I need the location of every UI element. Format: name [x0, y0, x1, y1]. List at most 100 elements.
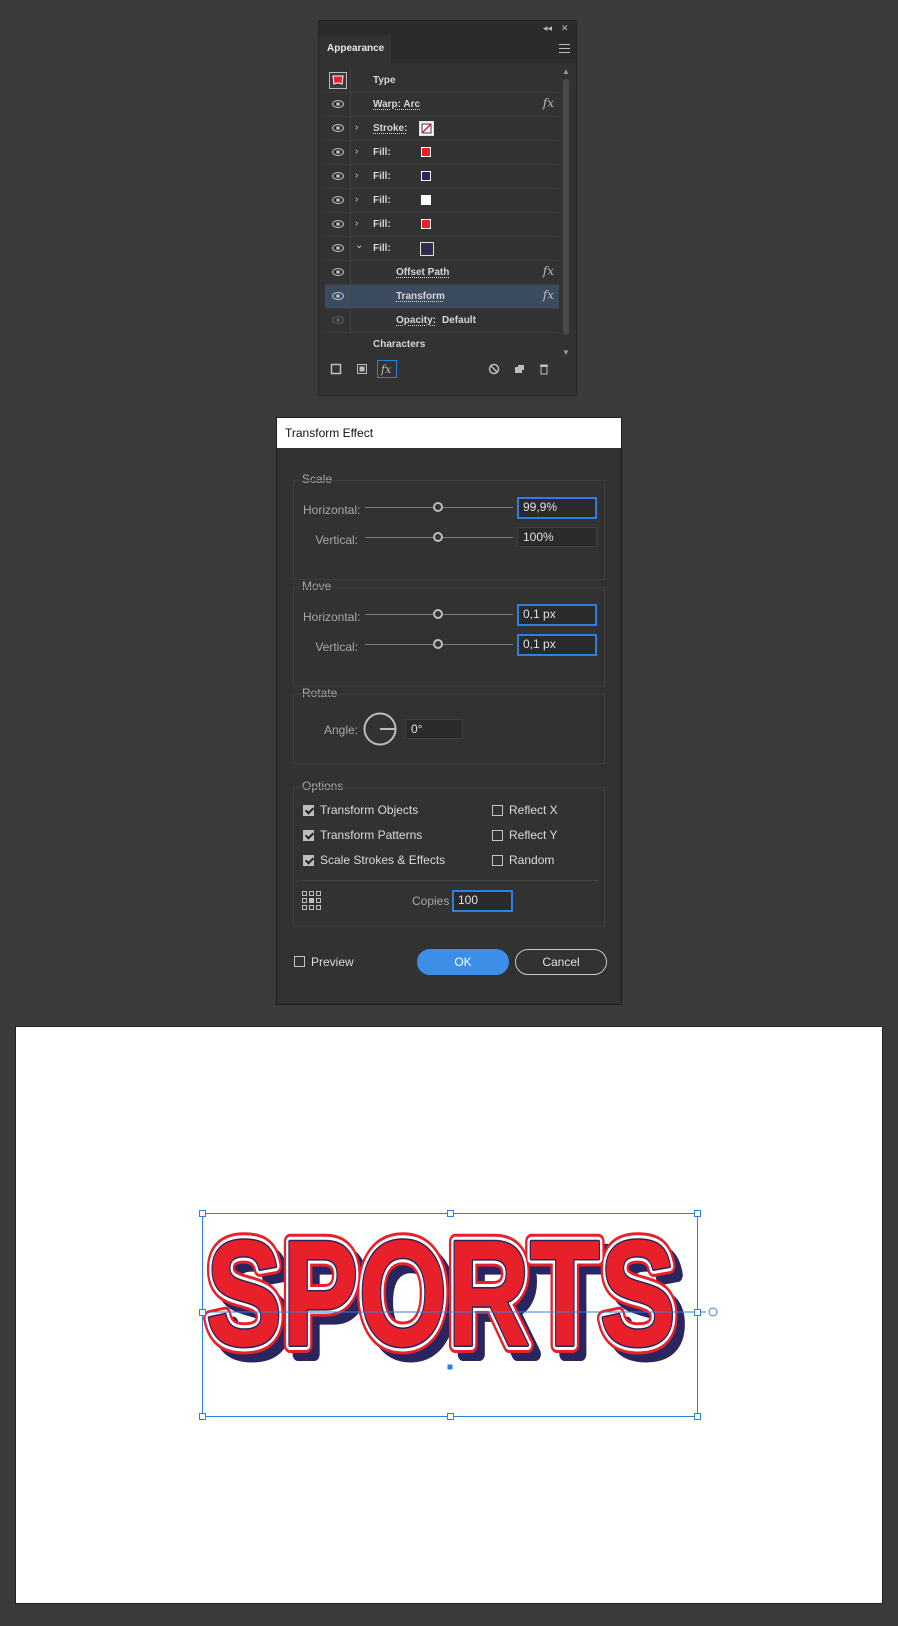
type-thumbnail-icon — [329, 72, 347, 89]
row-label: Characters — [373, 339, 426, 350]
add-stroke-icon[interactable] — [329, 362, 343, 376]
panel-footer: fx — [319, 357, 576, 381]
transform-patterns-label[interactable]: Transform Patterns — [320, 828, 422, 842]
move-horizontal-knob[interactable] — [433, 609, 443, 619]
chevron-down-icon[interactable]: ⌄ — [355, 240, 363, 252]
row-label: Type — [373, 75, 396, 86]
fill-swatch[interactable] — [421, 171, 431, 181]
eye-icon[interactable] — [332, 220, 344, 228]
fill-swatch[interactable] — [420, 242, 434, 256]
cancel-button[interactable]: Cancel — [515, 949, 607, 975]
preview-label[interactable]: Preview — [311, 955, 354, 969]
dialog-title: Transform Effect — [277, 418, 621, 448]
random-label[interactable]: Random — [509, 853, 554, 867]
appearance-row-fill[interactable]: › Fill: — [325, 213, 559, 237]
appearance-row-fill[interactable]: › Fill: — [325, 189, 559, 213]
appearance-row-characters[interactable]: Characters — [325, 333, 559, 357]
panel-scrollbar[interactable]: ▲ ▼ — [561, 67, 571, 357]
clear-appearance-icon[interactable] — [487, 362, 501, 376]
row-label: Fill: — [373, 243, 391, 254]
appearance-row-fill-expanded[interactable]: ⌄ Fill: — [325, 237, 559, 261]
close-icon[interactable]: ✕ — [561, 22, 569, 34]
scroll-down-icon[interactable]: ▼ — [561, 348, 571, 357]
fx-icon[interactable]: fx — [543, 264, 554, 278]
chevron-right-icon[interactable]: › — [355, 122, 358, 134]
eye-icon[interactable] — [332, 316, 344, 324]
trash-icon[interactable] — [537, 362, 551, 376]
transform-objects-checkbox[interactable] — [303, 805, 314, 816]
appearance-row-fill[interactable]: › Fill: — [325, 165, 559, 189]
panel-menu-icon[interactable] — [559, 44, 570, 53]
angle-input[interactable]: 0° — [405, 719, 463, 739]
appearance-row-stroke[interactable]: › Stroke: — [325, 117, 559, 141]
reflect-x-checkbox[interactable] — [492, 805, 503, 816]
chevron-right-icon[interactable]: › — [355, 218, 358, 230]
fx-icon[interactable]: fx — [543, 288, 554, 302]
angle-dial-icon[interactable] — [363, 712, 397, 746]
scale-vertical-input[interactable]: 100% — [517, 527, 597, 547]
row-label: Fill: — [373, 195, 391, 206]
reflect-y-label[interactable]: Reflect Y — [509, 828, 557, 842]
duplicate-item-icon[interactable] — [512, 362, 526, 376]
appearance-row-type[interactable]: Type — [325, 69, 559, 93]
move-vertical-knob[interactable] — [433, 639, 443, 649]
eye-icon[interactable] — [332, 148, 344, 156]
panel-tabbar: Appearance — [319, 35, 576, 63]
scale-horizontal-knob[interactable] — [433, 502, 443, 512]
scroll-up-icon[interactable]: ▲ — [561, 67, 571, 76]
scale-strokes-checkbox[interactable] — [303, 855, 314, 866]
move-vertical-input[interactable]: 0,1 px — [517, 634, 597, 656]
appearance-row-warp[interactable]: Warp: Arc fx — [325, 93, 559, 117]
chevron-right-icon[interactable]: › — [355, 146, 358, 158]
transform-objects-label[interactable]: Transform Objects — [320, 803, 418, 817]
sports-title: SPORTS — [206, 1209, 676, 1377]
transform-effect-dialog: Transform Effect Scale Horizontal: 99,9%… — [276, 417, 622, 1005]
chevron-right-icon[interactable]: › — [355, 170, 358, 182]
eye-icon[interactable] — [332, 100, 344, 108]
eye-icon[interactable] — [332, 268, 344, 276]
reflect-y-checkbox[interactable] — [492, 830, 503, 841]
ok-button[interactable]: OK — [417, 949, 509, 975]
appearance-row-opacity[interactable]: Opacity: Default — [325, 309, 559, 333]
eye-icon[interactable] — [332, 244, 344, 252]
row-label[interactable]: Stroke: — [373, 117, 407, 140]
scale-horizontal-label: Horizontal: — [303, 503, 361, 517]
appearance-row-transform[interactable]: Transform fx — [325, 285, 559, 309]
row-label[interactable]: Opacity: — [396, 315, 436, 326]
chevron-right-icon[interactable]: › — [355, 194, 358, 206]
row-label: Fill: — [373, 147, 391, 158]
eye-icon[interactable] — [332, 196, 344, 204]
tab-appearance[interactable]: Appearance — [319, 35, 391, 63]
artboard[interactable]: SPORTS SPORTS SPORTS SPORTS SPORTS — [15, 1026, 883, 1604]
move-horizontal-label: Horizontal: — [303, 610, 361, 624]
row-label[interactable]: Transform — [396, 285, 445, 308]
stroke-swatch-icon[interactable] — [419, 121, 434, 136]
reflect-x-label[interactable]: Reflect X — [509, 803, 558, 817]
add-effect-icon[interactable]: fx — [377, 360, 397, 378]
appearance-panel: ◂◂ ✕ Appearance Type Warp: Arc fx › Stro… — [318, 20, 577, 396]
appearance-row-offset-path[interactable]: Offset Path fx — [325, 261, 559, 285]
copies-input[interactable]: 100 — [452, 890, 513, 912]
eye-icon[interactable] — [332, 124, 344, 132]
fx-icon[interactable]: fx — [543, 96, 554, 110]
scale-strokes-label[interactable]: Scale Strokes & Effects — [320, 853, 445, 867]
move-horizontal-input[interactable]: 0,1 px — [517, 604, 597, 626]
row-label[interactable]: Warp: Arc — [373, 93, 420, 116]
transform-patterns-checkbox[interactable] — [303, 830, 314, 841]
eye-icon[interactable] — [332, 172, 344, 180]
scroll-thumb[interactable] — [563, 79, 569, 335]
fill-swatch[interactable] — [421, 147, 431, 157]
preview-checkbox[interactable] — [294, 956, 305, 967]
row-label: Fill: — [373, 219, 391, 230]
random-checkbox[interactable] — [492, 855, 503, 866]
fill-swatch[interactable] — [421, 219, 431, 229]
eye-icon[interactable] — [332, 292, 344, 300]
scale-vertical-knob[interactable] — [433, 532, 443, 542]
scale-horizontal-input[interactable]: 99,9% — [517, 497, 597, 519]
fill-swatch[interactable] — [421, 195, 431, 205]
add-fill-icon[interactable] — [355, 362, 369, 376]
reference-point-icon[interactable] — [302, 891, 322, 911]
collapse-icon[interactable]: ◂◂ — [543, 22, 552, 34]
appearance-row-fill[interactable]: › Fill: — [325, 141, 559, 165]
row-label[interactable]: Offset Path — [396, 261, 449, 284]
